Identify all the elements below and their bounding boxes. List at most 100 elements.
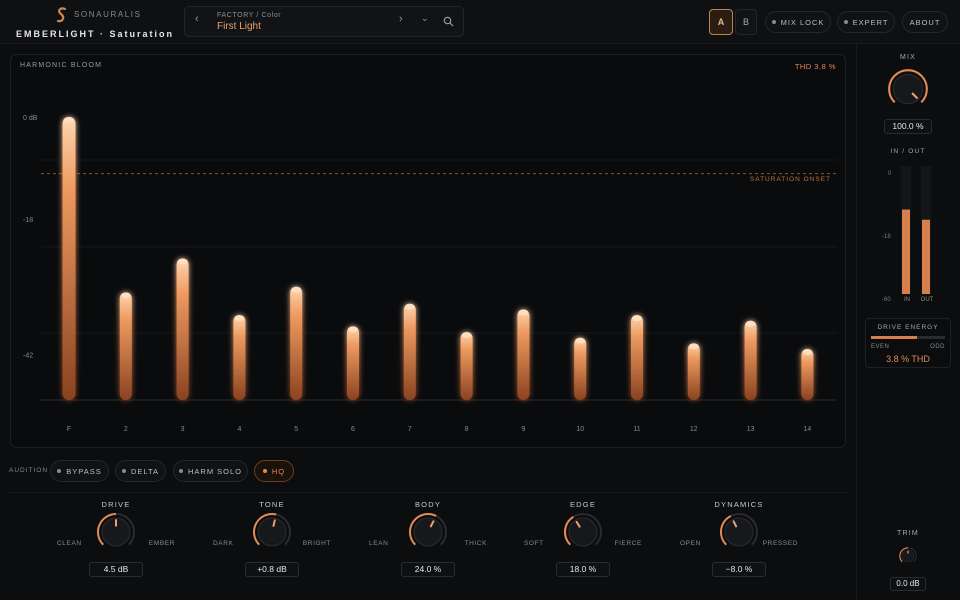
harmonic-bar-shape xyxy=(631,315,643,400)
ab-slot-a-button[interactable]: A xyxy=(709,9,733,35)
delta-button[interactable]: DELTA xyxy=(115,460,166,482)
dynamics-knob[interactable] xyxy=(717,510,761,554)
harmonic-bar-shape xyxy=(62,117,76,400)
harm-solo-button[interactable]: HARM SOLO xyxy=(173,460,248,482)
body-min-label: LEAN xyxy=(369,540,389,547)
preset-selector[interactable]: ‹ FACTORY / Color First Light › ⌄ xyxy=(184,6,464,37)
mix-label: MIX xyxy=(899,54,917,61)
body-label: BODY xyxy=(414,500,442,509)
chevron-down-icon[interactable]: ⌄ xyxy=(421,13,429,24)
drive-max-label: EMBER xyxy=(148,540,175,547)
hq-button[interactable]: HQ xyxy=(254,460,294,482)
harmonic-bar-5 xyxy=(290,286,303,400)
harmonic-bar-shape xyxy=(233,315,246,400)
x-tick-label: 14 xyxy=(804,426,812,433)
trim-knob[interactable] xyxy=(896,544,920,568)
harmonic-bar-shape xyxy=(119,292,132,400)
harmonic-bar-10 xyxy=(574,337,587,400)
ab-slot-b-button[interactable]: B xyxy=(735,9,757,35)
expert-button[interactable]: EXPERT xyxy=(837,11,895,33)
x-tick-label: 11 xyxy=(633,426,640,433)
harmonic-bar-13 xyxy=(744,320,757,400)
toggle-dot-icon xyxy=(843,20,848,24)
brand-logo-icon xyxy=(56,7,67,23)
x-tick-label: F xyxy=(67,426,71,433)
harmonic-bar-shape xyxy=(347,326,359,400)
knob-body xyxy=(892,73,924,105)
harmonic-bar-cap xyxy=(404,303,415,310)
edge-knob-group: EDGE SOFT FIERCE 18.0 % xyxy=(524,500,641,582)
harmonic-bar-cap xyxy=(575,337,586,344)
meter-scale-18: -18 xyxy=(882,234,891,240)
harm-solo-label: HARM SOLO xyxy=(187,466,242,476)
about-button[interactable]: ABOUT xyxy=(902,11,948,33)
mix-value[interactable]: 100.0 % xyxy=(884,119,932,134)
mix-lock-button[interactable]: MIX LOCK xyxy=(765,11,831,33)
body-knob[interactable] xyxy=(406,510,450,554)
chevron-left-icon[interactable]: ‹ xyxy=(195,13,199,25)
harmonic-bar-8 xyxy=(460,332,473,400)
toggle-dot-icon xyxy=(57,469,62,473)
edge-max-label: FIERCE xyxy=(614,540,642,547)
tone-value[interactable]: +0.8 dB xyxy=(245,562,299,577)
thd-readout: THD 3.8 % xyxy=(794,62,836,71)
harmonic-bar-2 xyxy=(119,292,132,400)
toggle-dot-icon xyxy=(121,469,126,473)
tone-knob[interactable] xyxy=(250,510,294,554)
harmonic-bar-cap xyxy=(802,349,813,356)
hq-label: HQ xyxy=(271,466,286,476)
meter-scale-60: -60 xyxy=(882,297,891,303)
drive-label: DRIVE xyxy=(101,500,131,509)
odd-label: ODD xyxy=(930,344,945,350)
toggle-dot-icon xyxy=(771,20,776,24)
in-meter-fill xyxy=(902,209,910,294)
dynamics-value[interactable]: −8.0 % xyxy=(712,562,766,577)
x-tick-label: 10 xyxy=(576,426,584,433)
knob-body xyxy=(257,517,287,547)
harmonic-bar-cap xyxy=(291,286,302,293)
dynamics-label: DYNAMICS xyxy=(714,500,764,509)
mix-knob[interactable] xyxy=(885,66,931,112)
harmonic-bar-cap xyxy=(177,258,188,265)
in-out-label: IN / OUT xyxy=(890,148,926,155)
harmonic-bar-shape xyxy=(460,332,473,400)
knob-body xyxy=(568,517,598,547)
trim-value[interactable]: 0.0 dB xyxy=(890,577,926,591)
x-tick-label: 7 xyxy=(408,426,412,433)
toggle-dot-icon xyxy=(178,469,183,473)
harmonic-bar-shape xyxy=(290,286,303,400)
harmonic-bar-F xyxy=(62,117,76,400)
drive-value[interactable]: 4.5 dB xyxy=(89,562,143,577)
delta-label: DELTA xyxy=(130,466,160,476)
x-tick-label: 2 xyxy=(124,426,128,433)
drive-energy-fill xyxy=(871,336,917,339)
chevron-right-icon[interactable]: › xyxy=(399,13,403,25)
body-value[interactable]: 24.0 % xyxy=(401,562,455,577)
harmonic-bloom-panel: 0 dB -18 -42 F 2 3 4 5 6 7 8 9 10 11 12 13 14 HARMONIC … xyxy=(10,54,846,448)
mix-lock-label: MIX LOCK xyxy=(780,17,825,27)
harmonic-bar-cap xyxy=(348,326,358,333)
tone-knob-group: TONE DARK BRIGHT +0.8 dB xyxy=(213,500,330,582)
edge-knob[interactable] xyxy=(561,510,605,554)
header-bar: SONAURALIS EMBERLIGHT · Saturation ‹ FAC… xyxy=(0,0,960,44)
harmonic-bar-3 xyxy=(176,258,189,400)
harmonic-bar-shape xyxy=(744,320,757,400)
preset-category: FACTORY / Color xyxy=(217,12,282,19)
y-tick-label: -18 xyxy=(23,217,33,224)
drive-knob[interactable] xyxy=(94,510,138,554)
knob-body xyxy=(413,517,443,547)
preset-name[interactable]: First Light xyxy=(217,21,261,32)
divider xyxy=(10,492,846,493)
harmonic-chart: 0 dB -18 -42 F 2 3 4 5 6 7 8 9 10 11 12 13 14 xyxy=(23,115,837,433)
y-tick-label: -42 xyxy=(23,353,33,360)
bypass-button[interactable]: BYPASS xyxy=(50,460,109,482)
x-tick-label: 6 xyxy=(351,426,355,433)
search-icon[interactable] xyxy=(443,16,454,27)
harmonic-bar-shape xyxy=(403,303,416,400)
harmonic-bar-6 xyxy=(347,326,359,400)
in-meter-label: IN xyxy=(904,297,910,303)
harmonic-bar-12 xyxy=(687,343,700,400)
knob-pointer xyxy=(272,519,276,527)
edge-value[interactable]: 18.0 % xyxy=(556,562,610,577)
drive-energy-bar xyxy=(871,336,945,339)
